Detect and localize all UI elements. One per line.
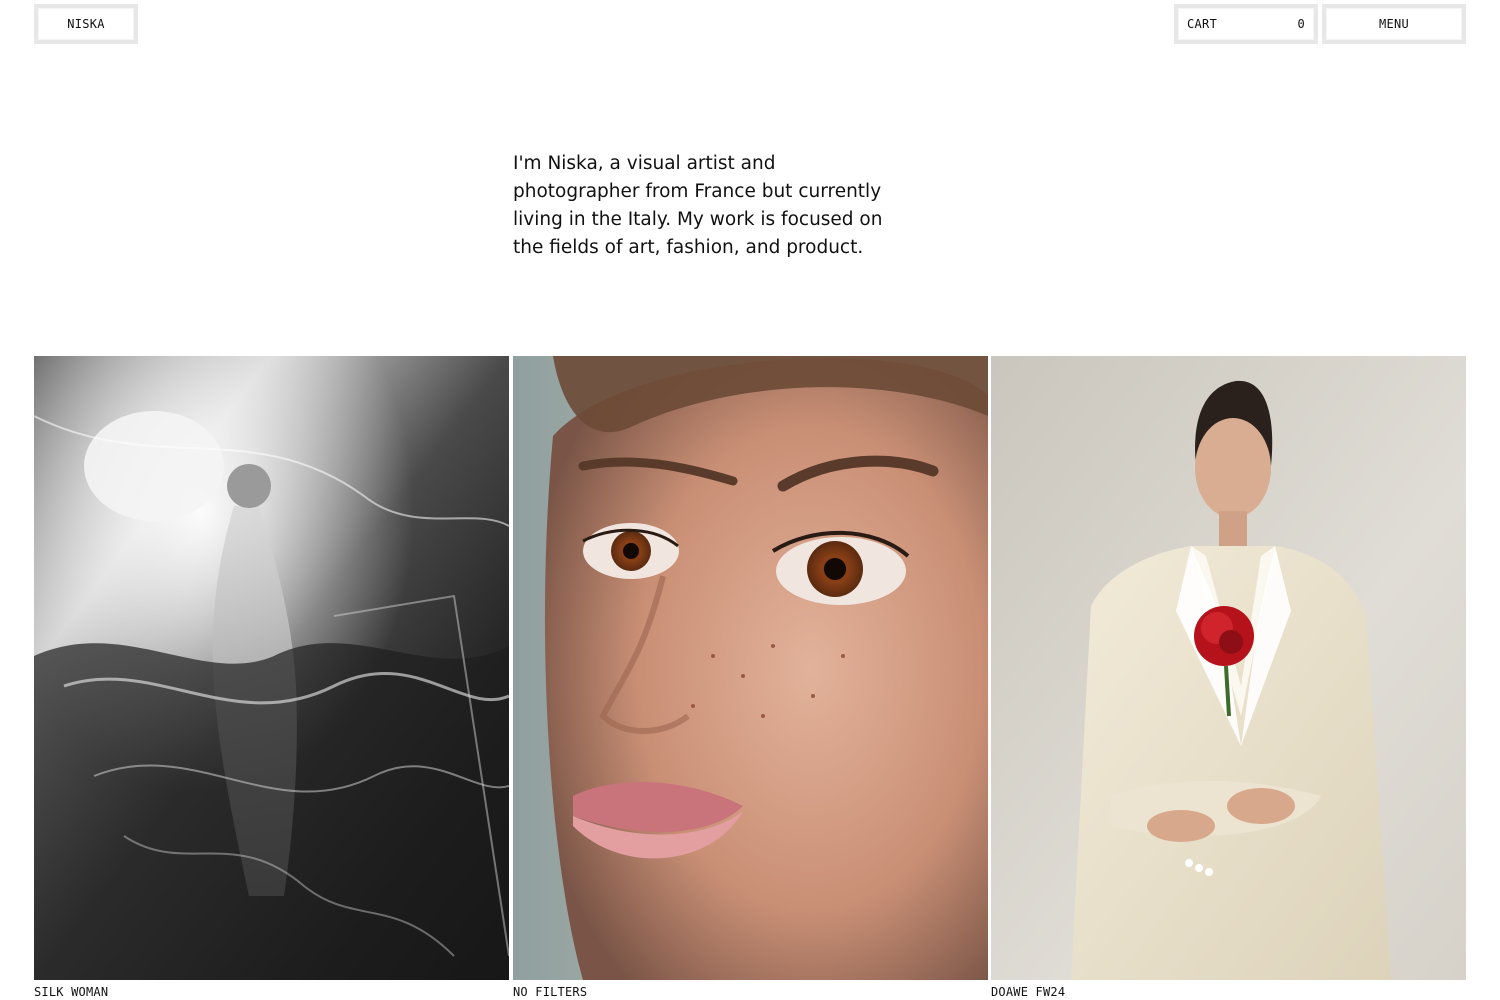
logo-label: NISKA: [67, 17, 105, 31]
project-image-no-filters[interactable]: [513, 356, 988, 980]
cart-label: CART: [1187, 17, 1218, 31]
cart-button[interactable]: CART 0: [1174, 4, 1318, 44]
project-title-doawe-fw24[interactable]: DOAWE FW24: [991, 985, 1466, 999]
project-card-no-filters[interactable]: NO FILTERS: [513, 356, 988, 999]
cart-count: 0: [1297, 17, 1305, 31]
project-card-doawe-fw24[interactable]: DOAWE FW24: [991, 356, 1466, 999]
project-image-doawe-fw24[interactable]: [991, 356, 1466, 980]
project-title-silk-woman[interactable]: SILK WOMAN: [34, 985, 509, 999]
logo-button[interactable]: NISKA: [34, 4, 138, 44]
project-title-no-filters[interactable]: NO FILTERS: [513, 985, 988, 999]
project-gallery: SILK WOMAN NO FILTERS DOAWE FW24: [34, 356, 1466, 1000]
menu-label: MENU: [1378, 17, 1410, 31]
intro-text: I'm Niska, a visual artist and photograp…: [513, 153, 883, 258]
project-card-silk-woman[interactable]: SILK WOMAN: [34, 356, 509, 999]
project-image-silk-woman[interactable]: [34, 356, 509, 980]
menu-button[interactable]: MENU: [1322, 4, 1466, 44]
